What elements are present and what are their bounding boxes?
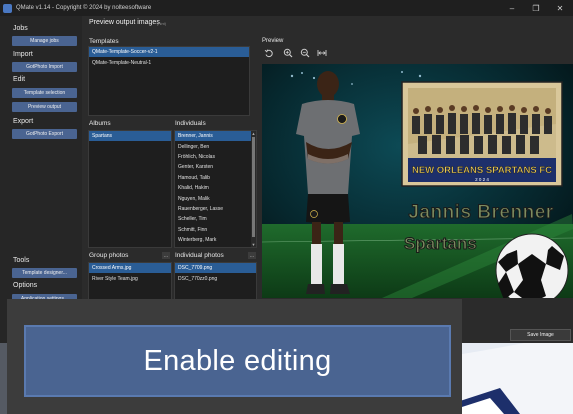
maximize-icon[interactable]: ❐ bbox=[525, 0, 547, 16]
individual-list-item[interactable]: Winterberg, Mark bbox=[175, 235, 252, 245]
zoom-in-icon[interactable] bbox=[283, 48, 293, 58]
template-list-item[interactable]: QMate-Template-Soccer-v2-1 bbox=[89, 47, 249, 58]
fit-width-icon[interactable] bbox=[317, 48, 327, 58]
individuals-scrollbar[interactable]: ▲ ▼ bbox=[251, 131, 256, 247]
page-subtitle: (hint) bbox=[157, 21, 167, 26]
albums-list[interactable]: Spartans bbox=[88, 130, 172, 248]
rotate-icon[interactable] bbox=[264, 48, 274, 58]
group-photos-label: Group photos bbox=[89, 252, 129, 259]
individual-photos-label: Individual photos bbox=[175, 252, 224, 259]
scroll-down-icon[interactable]: ▼ bbox=[251, 242, 256, 247]
template-list-item[interactable]: QMate-Template-Neutral-1 bbox=[89, 57, 249, 67]
desktop-background bbox=[400, 333, 573, 414]
group-photo-list-item[interactable]: River Style Team.jpg bbox=[89, 273, 171, 283]
individual-photos-more-button[interactable]: ... bbox=[248, 252, 256, 259]
preview-image: NEW ORLEANS SPARTANS FC 2 0 2 4 Jannis B… bbox=[262, 64, 573, 298]
individual-list-item[interactable]: Rauenberger, Lasse bbox=[175, 204, 252, 214]
options-heading: Options bbox=[13, 282, 38, 289]
window-title: QMate v1.14 - Copyright © 2024 by noltee… bbox=[16, 5, 152, 11]
scroll-up-icon[interactable]: ▲ bbox=[251, 131, 256, 136]
scroll-thumb[interactable] bbox=[252, 137, 255, 237]
tools-heading: Tools bbox=[13, 257, 30, 264]
jobs-heading: Jobs bbox=[13, 25, 28, 32]
individual-list-item[interactable]: Schmitt, Finn bbox=[175, 225, 252, 235]
zoom-out-icon[interactable] bbox=[300, 48, 310, 58]
title-bar: QMate v1.14 - Copyright © 2024 by noltee… bbox=[0, 0, 573, 16]
individual-list-item[interactable]: Nguyen, Malik bbox=[175, 193, 252, 203]
album-list-item[interactable]: Spartans bbox=[89, 131, 171, 142]
individual-list-item[interactable]: Scheller, Tim bbox=[175, 214, 252, 224]
albums-label: Albums bbox=[89, 120, 111, 127]
individual-list-item[interactable]: Brenner, Jannis bbox=[175, 131, 252, 142]
group-photo-list-item[interactable]: Crossed Arms.jpg bbox=[89, 263, 171, 274]
team-name: Spartans bbox=[404, 234, 477, 253]
individual-list-item[interactable]: Genter, Karsten bbox=[175, 162, 252, 172]
individual-list-item[interactable]: Fröhlich, Nicolas bbox=[175, 152, 252, 162]
preview-label: Preview bbox=[262, 38, 284, 44]
individual-photo-list-item[interactable]: DSC_7709.png bbox=[175, 263, 256, 274]
template-designer-button[interactable]: Template designer... bbox=[12, 268, 77, 278]
individuals-label: Individuals bbox=[175, 120, 206, 127]
sidebar: Jobs Manage jobs Import GotPhoto Import … bbox=[0, 16, 82, 343]
gotphoto-export-button[interactable]: GotPhoto Export bbox=[12, 129, 77, 139]
edit-heading: Edit bbox=[13, 76, 26, 83]
enable-editing-button[interactable]: Enable editing bbox=[24, 325, 451, 397]
team-year: 2 0 2 4 bbox=[475, 177, 489, 182]
individual-list-item[interactable]: Khalid, Hakim bbox=[175, 183, 252, 193]
manage-jobs-button[interactable]: Manage jobs bbox=[12, 36, 77, 46]
page-title: Preview output images bbox=[89, 19, 160, 26]
export-heading: Export bbox=[13, 118, 34, 125]
save-image-button[interactable]: Save Image bbox=[510, 329, 571, 341]
template-selection-button[interactable]: Template selection bbox=[12, 88, 77, 98]
player-name: Jannis Brenner bbox=[408, 202, 553, 223]
individual-photo-list-item[interactable]: DSC_770zz0.png bbox=[175, 273, 256, 283]
templates-list[interactable]: QMate-Template-Soccer-v2-1 QMate-Template… bbox=[88, 46, 250, 116]
screenshot: QMate v1.14 - Copyright © 2024 by noltee… bbox=[0, 0, 573, 414]
individuals-list[interactable]: Brenner, Jannis Dellinger, Ben Fröhlich, N… bbox=[174, 130, 257, 248]
group-photos-list[interactable]: Crossed Arms.jpg River Style Team.jpg bbox=[88, 262, 172, 302]
preview-output-button[interactable]: Preview output bbox=[12, 102, 77, 112]
soccer-ball-icon bbox=[495, 233, 569, 298]
individual-photos-list[interactable]: DSC_7709.png DSC_770zz0.png bbox=[174, 262, 257, 302]
app-window: QMate v1.14 - Copyright © 2024 by noltee… bbox=[0, 0, 573, 343]
group-photos-more-button[interactable]: ... bbox=[162, 252, 170, 259]
cursor-arrow-icon bbox=[400, 333, 573, 414]
gotphoto-import-button[interactable]: GotPhoto Import bbox=[12, 62, 77, 72]
team-logo-text: NEW ORLEANS SPARTANS FC bbox=[412, 165, 552, 176]
templates-label: Templates bbox=[89, 38, 119, 45]
close-icon[interactable]: ✕ bbox=[549, 0, 571, 16]
preview-canvas[interactable]: NEW ORLEANS SPARTANS FC 2 0 2 4 Jannis B… bbox=[262, 64, 573, 298]
import-heading: Import bbox=[13, 51, 33, 58]
minimize-icon[interactable]: – bbox=[501, 0, 523, 16]
individual-list-item[interactable]: Dellinger, Ben bbox=[175, 141, 252, 151]
app-icon bbox=[3, 3, 12, 13]
individual-list-item[interactable]: Hamoud, Talib bbox=[175, 173, 252, 183]
